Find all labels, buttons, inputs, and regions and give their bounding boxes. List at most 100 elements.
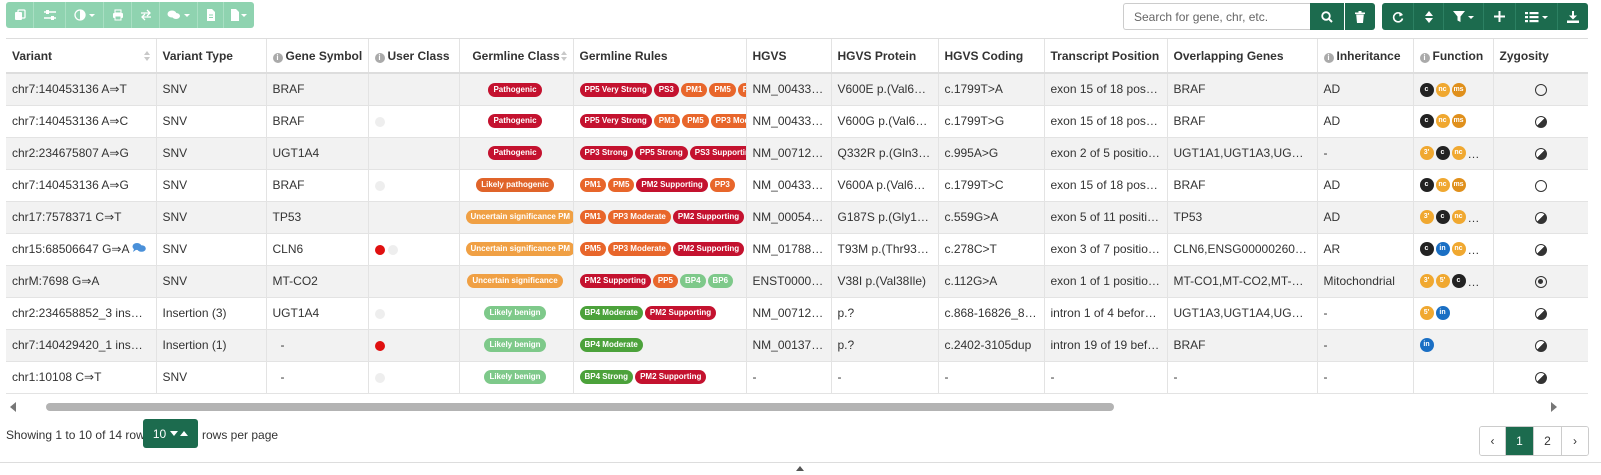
plus-icon[interactable] [1484,3,1516,30]
user-class-cell[interactable] [368,361,460,394]
sort-icon[interactable] [560,51,567,61]
column-header-hgvs-protein[interactable]: HGVS Protein [831,39,939,74]
info-icon[interactable]: i [1419,52,1430,63]
search-button[interactable] [1310,3,1344,30]
user-class-cell[interactable] [368,105,460,138]
columns-dropdown-icon[interactable] [1516,3,1558,30]
copy-icon[interactable] [6,2,34,28]
page-size-dropdown[interactable]: 10 [143,419,198,448]
scroll-left-arrow[interactable] [10,402,16,412]
gene-symbol-cell[interactable]: TP53 [266,201,369,234]
variant-text[interactable]: chr2:234658852_3 insGTG [12,306,155,320]
variant-cell[interactable]: chr7:140453136 A⇒T [6,73,157,106]
variant-cell[interactable]: chr17:7578371 C⇒T [6,201,157,234]
variant-cell[interactable]: chr2:234675807 A⇒G [6,137,157,170]
table-row[interactable]: chr7:140453136 A⇒T SNV BRAF Pathogenic PP5 V… [6,73,1588,106]
sort-icon[interactable] [143,51,150,61]
swap-icon[interactable] [132,2,160,28]
scrollbar-thumb[interactable] [46,403,1114,411]
user-class-cell[interactable] [368,169,460,202]
variant-cell[interactable]: chr7:140429420_1 insA [6,329,157,362]
gene-symbol-cell[interactable]: UGT1A4 [266,297,369,330]
download-icon[interactable] [1558,3,1588,30]
table-row[interactable]: chr17:7578371 C⇒T SNV TP53 Uncertain signif… [6,201,1588,234]
column-header-gene-symbol[interactable]: i Gene Symbol [266,39,369,74]
gene-symbol-cell[interactable]: - [266,329,369,362]
user-class-cell[interactable] [368,297,460,330]
user-class-cell[interactable] [368,73,460,106]
table-row[interactable]: chr7:140453136 A⇒C SNV BRAF Pathogenic PP5 V… [6,105,1588,138]
variant-cell[interactable]: chrM:7698 G⇒A [6,265,157,298]
filter-dropdown-icon[interactable] [1444,3,1484,30]
variant-cell[interactable]: chr2:234658852_3 insGTG [6,297,157,330]
column-header-function[interactable]: i Function [1413,39,1494,74]
user-class-dot[interactable] [374,244,385,255]
variant-text[interactable]: chr7:140429420_1 insA [12,338,143,352]
previous-page-button[interactable]: ‹ [1480,427,1506,455]
gene-symbol-cell[interactable]: BRAF [266,73,369,106]
gene-symbol-cell[interactable]: UGT1A4 [266,137,369,170]
sort-icon[interactable] [1414,3,1444,30]
sliders-icon[interactable] [34,2,66,28]
gene-symbol-cell[interactable]: BRAF [266,169,369,202]
column-header-transcript-position[interactable]: Transcript Position [1044,39,1168,74]
user-class-cell[interactable] [368,265,460,298]
user-class-dot[interactable] [374,308,385,319]
user-class-cell[interactable] [368,233,460,266]
gene-symbol-cell[interactable]: - [266,361,369,394]
info-icon[interactable]: i [272,52,283,63]
user-class-cell[interactable] [368,329,460,362]
table-row[interactable]: chr7:140429420_1 insA Insertion (1) - Likel… [6,329,1588,362]
info-icon[interactable]: i [1323,52,1334,63]
comments-icon[interactable] [132,242,147,256]
scroll-right-arrow[interactable] [1551,402,1557,412]
info-icon[interactable]: i [374,52,385,63]
file-dropdown-icon[interactable] [224,2,254,28]
table-row[interactable]: chr2:234675807 A⇒G SNV UGT1A4 Pathogenic PP3… [6,137,1588,170]
variant-text[interactable]: chr2:234675807 A⇒G [12,146,129,160]
table-row[interactable]: chr15:68506647 G⇒A SNV CLN6 Uncertain signi… [6,233,1588,266]
variant-text[interactable]: chr15:68506647 G⇒A [12,242,129,256]
user-class-dot[interactable] [374,116,385,127]
variant-text[interactable]: chrM:7698 G⇒A [12,274,99,288]
column-header-inheritance[interactable]: i Inheritance [1317,39,1414,74]
gene-symbol-cell[interactable]: CLN6 [266,233,369,266]
table-row[interactable]: chr7:140453136 A⇒G SNV BRAF Likely pathogen… [6,169,1588,202]
column-header-hgvs-coding[interactable]: HGVS Coding [938,39,1045,74]
column-header-hgvs[interactable]: HGVS [746,39,832,74]
table-row[interactable]: chr2:234658852_3 insGTG Insertion (3) UGT1… [6,297,1588,330]
column-header-variant[interactable]: Variant [6,39,157,74]
horizontal-scrollbar[interactable] [6,401,1562,413]
user-class-dot[interactable] [387,244,398,255]
variant-text[interactable]: chr7:140453136 A⇒G [12,178,129,192]
comments-icon[interactable] [142,338,155,352]
variant-text[interactable]: chr1:10108 C⇒T [12,370,101,384]
clear-search-button[interactable] [1345,3,1375,30]
variant-cell[interactable]: chr7:140453136 A⇒C [6,105,157,138]
refresh-icon[interactable] [1382,3,1414,30]
variant-cell[interactable]: chr1:10108 C⇒T [6,361,157,394]
variant-cell[interactable]: chr15:68506647 G⇒A [6,233,157,266]
table-row[interactable]: chrM:7698 G⇒A SNV MT-CO2 Uncertain signific… [6,265,1588,298]
print-icon[interactable] [104,2,132,28]
user-class-dot[interactable] [374,372,385,383]
resize-handle-icon[interactable] [796,466,804,471]
user-class-cell[interactable] [368,137,460,170]
contrast-dropdown-icon[interactable] [66,2,104,28]
variant-text[interactable]: chr7:140453136 A⇒T [12,82,127,96]
search-input[interactable] [1123,3,1310,30]
file-icon[interactable] [198,2,224,28]
next-page-button[interactable]: › [1562,427,1588,455]
user-class-cell[interactable] [368,201,460,234]
user-class-dot[interactable] [374,180,385,191]
gene-symbol-cell[interactable]: MT-CO2 [266,265,369,298]
page-1-button[interactable]: 1 [1506,427,1534,455]
column-header-germline-rules[interactable]: Germline Rules [573,39,747,74]
comments-dropdown-icon[interactable] [160,2,198,28]
column-header-germline-class[interactable]: Germline Class [459,39,574,74]
gene-symbol-cell[interactable]: BRAF [266,105,369,138]
column-header-zygosity[interactable]: Zygosity [1493,39,1588,74]
table-row[interactable]: chr1:10108 C⇒T SNV - Likely benign BP4 Stron… [6,361,1588,394]
column-header-user-class[interactable]: i User Class [368,39,460,74]
column-header-variant-type[interactable]: Variant Type [156,39,267,74]
